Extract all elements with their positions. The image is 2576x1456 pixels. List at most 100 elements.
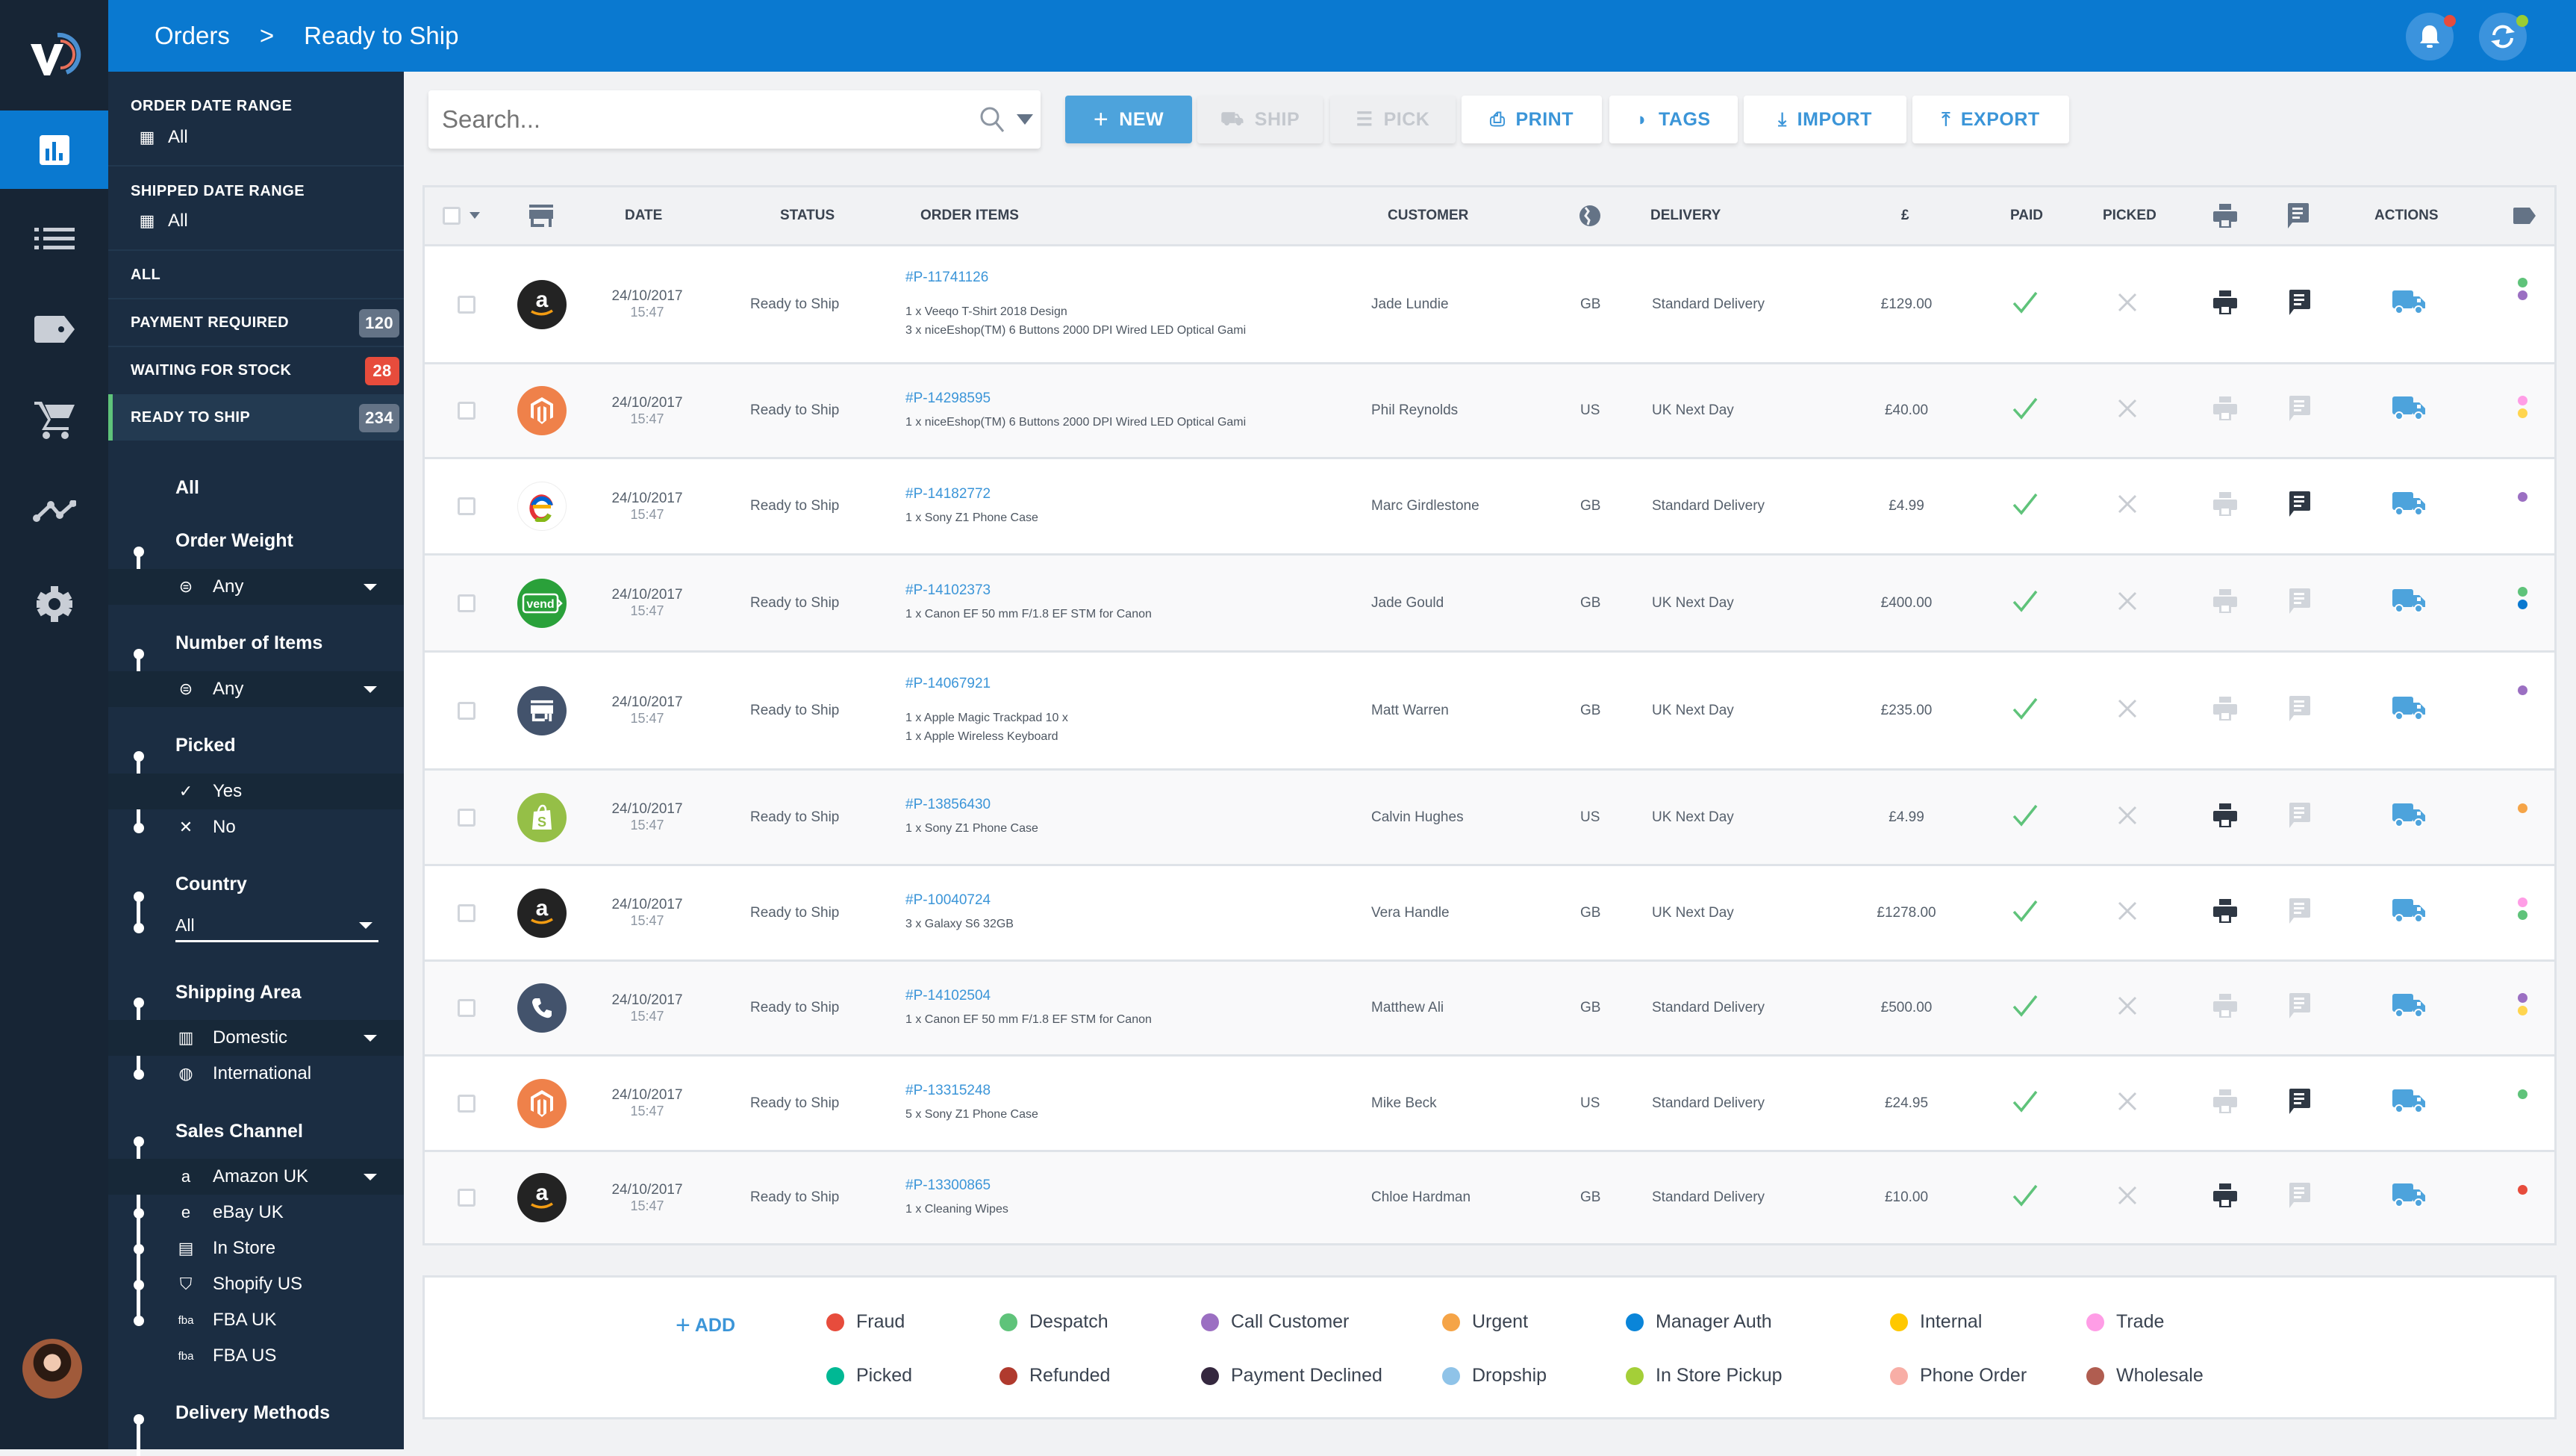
comment-icon[interactable]	[2289, 396, 2310, 426]
ship-action[interactable]	[2392, 246, 2425, 362]
row-select[interactable]	[458, 771, 475, 864]
row-select[interactable]	[458, 364, 475, 457]
export-button[interactable]: ⤒ EXPORT	[1912, 96, 2069, 143]
note-cell[interactable]	[2289, 246, 2310, 362]
legend-tag[interactable]: Wholesale	[2086, 1365, 2204, 1387]
note-cell[interactable]	[2289, 771, 2310, 864]
customer-name[interactable]: Chloe Hardman	[1371, 1189, 1471, 1206]
table-row[interactable]: S 24/10/2017 15:47 Ready to Ship #P-13856430…	[425, 771, 2554, 866]
note-cell[interactable]	[2289, 556, 2310, 650]
shipping-area-international[interactable]: ◍ International	[108, 1056, 404, 1092]
printed-cell[interactable]	[2213, 246, 2237, 362]
tags-column-header[interactable]	[2513, 187, 2536, 244]
customer-name[interactable]: Calvin Hughes	[1371, 809, 1464, 826]
table-row[interactable]: 24/10/2017 15:47 Ready to Ship #P-14067921 1…	[425, 653, 2554, 771]
pick-button[interactable]: ☰ PICK	[1330, 96, 1456, 143]
order-number-link[interactable]: #P-11741126	[905, 270, 1309, 286]
customer-name[interactable]: Jade Gould	[1371, 595, 1444, 612]
truck-icon[interactable]	[2392, 803, 2425, 832]
country-column-header[interactable]	[1578, 187, 1602, 244]
rail-item-purchasing[interactable]	[0, 381, 108, 459]
order-number-link[interactable]: #P-13315248	[905, 1083, 1309, 1099]
legend-tag[interactable]: Refunded	[999, 1365, 1110, 1387]
legend-tag[interactable]: Call Customer	[1201, 1311, 1349, 1333]
ship-action[interactable]	[2392, 866, 2425, 959]
order-number-link[interactable]: #P-14067921	[905, 676, 1309, 692]
channel-column-header[interactable]	[529, 187, 553, 244]
ship-action[interactable]	[2392, 459, 2425, 553]
note-cell[interactable]	[2289, 364, 2310, 457]
sales-channel-ebay-uk[interactable]: e eBay UK	[108, 1195, 404, 1231]
truck-icon[interactable]	[2392, 696, 2425, 725]
rail-item-settings[interactable]	[0, 564, 108, 643]
customer-name[interactable]: Marc Girdlestone	[1371, 498, 1479, 514]
all-filter-label[interactable]: All	[175, 477, 199, 499]
printed-cell[interactable]	[2213, 866, 2237, 959]
truck-icon[interactable]	[2392, 588, 2425, 617]
sales-channel-fba-us[interactable]: fba FBA US	[108, 1338, 404, 1374]
legend-tag[interactable]: Dropship	[1442, 1365, 1547, 1387]
comment-icon[interactable]	[2289, 695, 2310, 726]
print-button[interactable]: ⎙ PRINT	[1462, 96, 1602, 143]
status-filter-payment-required[interactable]: PAYMENT REQUIRED 120	[108, 299, 404, 346]
comment-icon[interactable]	[2289, 289, 2310, 320]
row-select[interactable]	[458, 246, 475, 362]
row-checkbox[interactable]	[458, 1189, 475, 1207]
printed-cell[interactable]	[2213, 364, 2237, 457]
printer-icon[interactable]	[2213, 492, 2237, 520]
select-all[interactable]	[443, 187, 480, 244]
order-items-column-header[interactable]: ORDER ITEMS	[920, 187, 1019, 244]
note-cell[interactable]	[2289, 459, 2310, 553]
search-icon[interactable]	[978, 105, 1008, 134]
legend-tag[interactable]: Internal	[1890, 1311, 1982, 1333]
comment-icon[interactable]	[2289, 491, 2310, 521]
ship-action[interactable]	[2392, 1152, 2425, 1243]
truck-icon[interactable]	[2392, 1183, 2425, 1212]
rail-item-dashboard[interactable]	[0, 111, 108, 189]
row-checkbox[interactable]	[458, 808, 475, 827]
legend-tag[interactable]: Trade	[2086, 1311, 2164, 1333]
legend-tag[interactable]: Phone Order	[1890, 1365, 2027, 1387]
legend-tag[interactable]: In Store Pickup	[1626, 1365, 1783, 1387]
row-checkbox[interactable]	[458, 903, 475, 922]
price-column-header[interactable]: £	[1901, 187, 1909, 244]
picked-option-yes[interactable]: ✓ Yes	[108, 774, 404, 809]
ship-action[interactable]	[2392, 1057, 2425, 1150]
printer-icon[interactable]	[2213, 588, 2237, 617]
printed-cell[interactable]	[2213, 1152, 2237, 1243]
status-filter-waiting-for-stock[interactable]: WAITING FOR STOCK 28	[108, 347, 404, 393]
breadcrumb-orders[interactable]: Orders	[155, 22, 230, 50]
picked-option-no[interactable]: ✕ No	[108, 809, 404, 845]
sales-channel-shopify-us[interactable]: ⛉ Shopify US	[108, 1266, 404, 1302]
ship-button[interactable]: ⛟ SHIP	[1197, 96, 1323, 143]
row-checkbox[interactable]	[458, 497, 475, 515]
row-select[interactable]	[458, 866, 475, 959]
import-button[interactable]: ⤓ IMPORT	[1744, 96, 1906, 143]
status-filter-all[interactable]: ALL	[108, 252, 404, 298]
note-cell[interactable]	[2289, 653, 2310, 768]
printer-icon[interactable]	[2213, 1183, 2237, 1212]
delivery-column-header[interactable]: DELIVERY	[1650, 187, 1721, 244]
notes-column-header[interactable]	[2288, 187, 2309, 244]
comment-icon[interactable]	[2289, 1088, 2310, 1119]
sales-channel-amazon-uk[interactable]: a Amazon UK	[108, 1159, 404, 1195]
ship-action[interactable]	[2392, 556, 2425, 650]
printed-cell[interactable]	[2213, 653, 2237, 768]
search-input[interactable]	[442, 105, 920, 134]
table-row[interactable]: 24/10/2017 15:47 Ready to Ship #P-13315248 5…	[425, 1057, 2554, 1152]
row-select[interactable]	[458, 1057, 475, 1150]
order-number-link[interactable]: #P-14298595	[905, 391, 1309, 407]
row-checkbox[interactable]	[458, 1094, 475, 1113]
table-row[interactable]: vend 24/10/2017 15:47 Ready to Ship #P-14102…	[425, 556, 2554, 653]
note-cell[interactable]	[2289, 1057, 2310, 1150]
order-weight-select[interactable]: ⊜ Any	[108, 569, 404, 605]
tags-button[interactable]: ◗ TAGS	[1609, 96, 1738, 143]
comment-icon[interactable]	[2289, 897, 2310, 928]
printer-icon[interactable]	[2213, 994, 2237, 1022]
order-number-link[interactable]: #P-14102504	[905, 988, 1309, 1004]
table-row[interactable]: 24/10/2017 15:47 Ready to Ship #P-14298595 1…	[425, 364, 2554, 459]
row-select[interactable]	[458, 556, 475, 650]
user-avatar[interactable]	[22, 1339, 82, 1399]
printed-column-header[interactable]	[2213, 187, 2237, 244]
printer-icon[interactable]	[2213, 1089, 2237, 1118]
